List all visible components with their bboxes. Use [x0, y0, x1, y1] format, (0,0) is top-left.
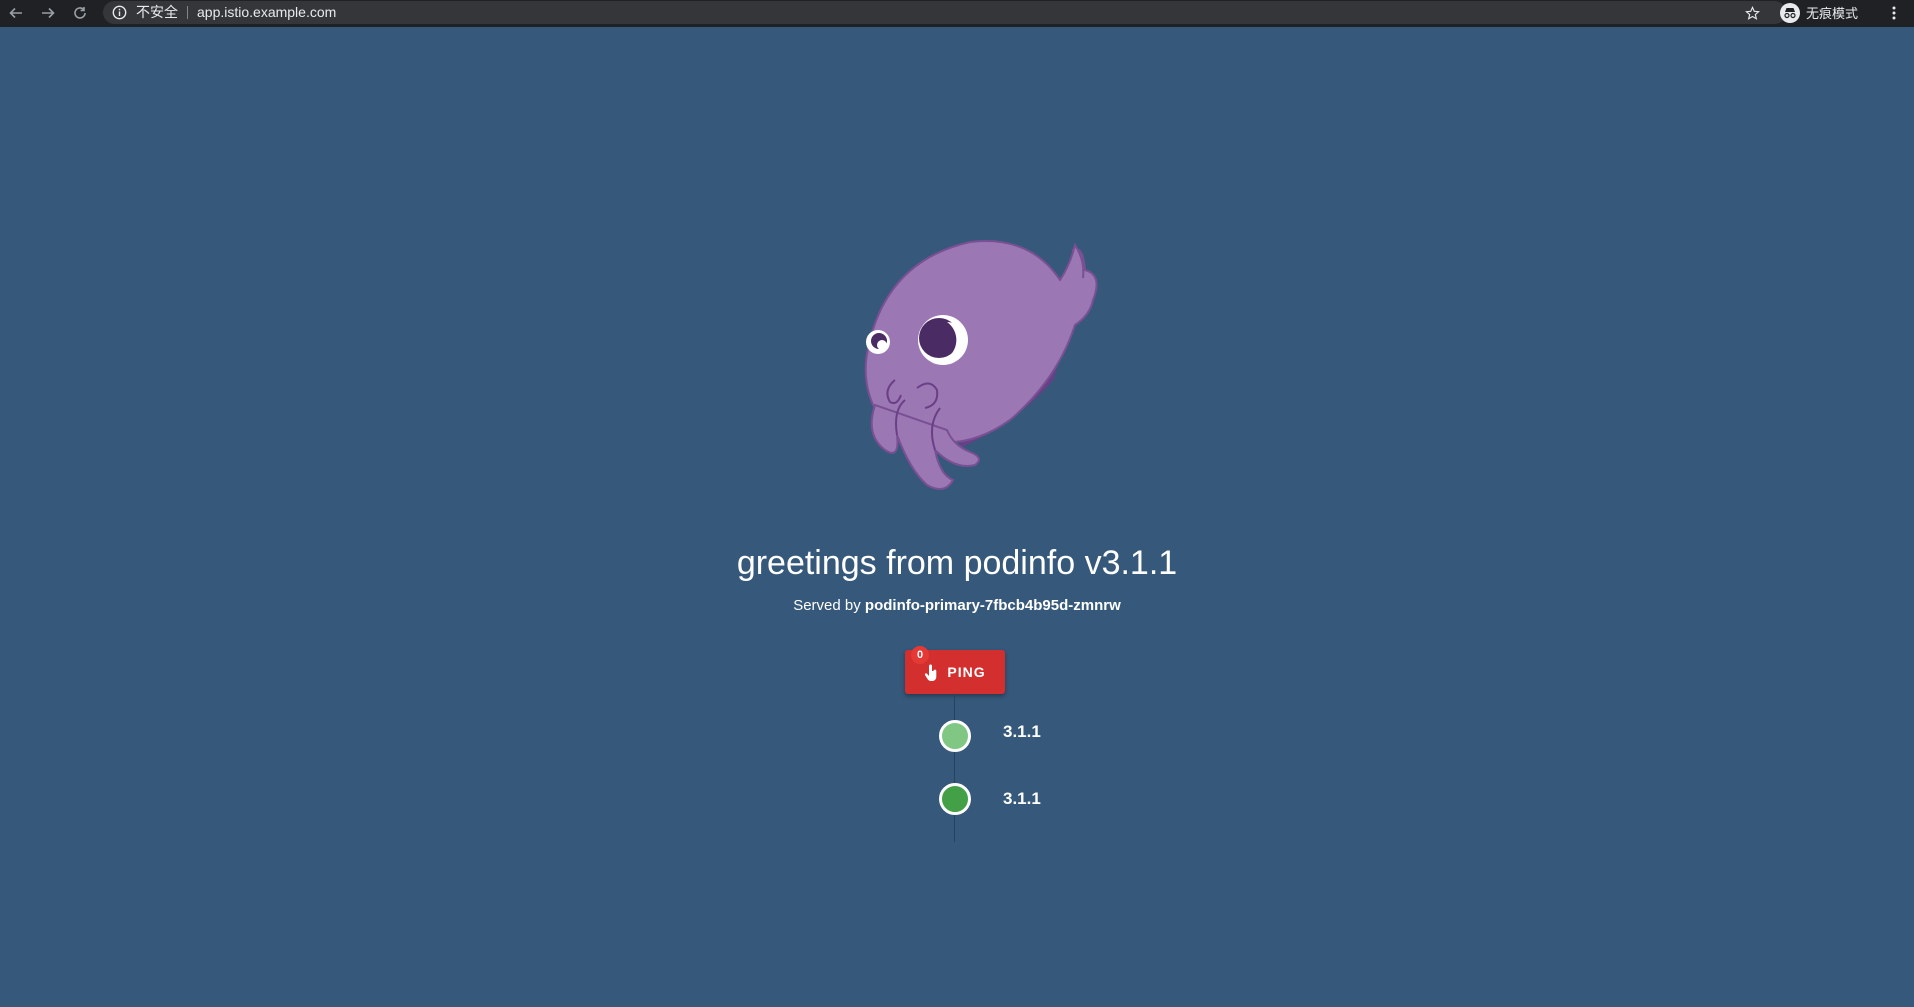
forward-button[interactable] — [37, 2, 59, 24]
browser-menu-button[interactable] — [1883, 2, 1905, 24]
ping-label: PING — [947, 664, 986, 680]
arrow-left-icon — [9, 7, 22, 19]
arrow-right-icon — [42, 7, 55, 19]
timeline-version: 3.1.1 — [1003, 789, 1041, 808]
star-icon — [1744, 5, 1760, 20]
ping-count-badge: 0 — [911, 646, 929, 664]
browser-toolbar: 不安全 app.istio.example.com 无痕模式 — [0, 0, 1914, 27]
timeline-line — [954, 694, 955, 842]
ping-button[interactable]: 0 PING — [905, 646, 1005, 694]
incognito-label: 无痕模式 — [1806, 6, 1859, 21]
address-separator — [187, 6, 188, 19]
podinfo-cuttlefish-logo — [864, 240, 1098, 490]
address-bar[interactable]: 不安全 app.istio.example.com — [103, 1, 1786, 24]
touch-icon — [925, 664, 937, 681]
back-button[interactable] — [5, 2, 27, 24]
timeline-version: 3.1.1 — [1003, 722, 1041, 741]
kebab-menu-icon — [1892, 6, 1896, 20]
pod-name: podinfo-primary-7fbcb4b95d-zmnrw — [864, 597, 1121, 614]
page-title: greetings from podinfo v3.1.1 — [736, 544, 1178, 582]
incognito-indicator[interactable]: 无痕模式 — [1780, 1, 1858, 24]
served-by-line: Served by podinfo-primary-7fbcb4b95d-zmn… — [0, 596, 1914, 616]
info-icon[interactable] — [112, 5, 127, 20]
security-status-label[interactable]: 不安全 — [136, 4, 178, 21]
url-text[interactable]: app.istio.example.com — [197, 4, 336, 21]
bookmark-star-button[interactable] — [1741, 2, 1763, 24]
incognito-icon — [1780, 2, 1800, 23]
timeline-dot — [939, 720, 971, 752]
timeline-dot — [939, 783, 971, 815]
reload-button[interactable] — [69, 2, 91, 24]
reload-icon — [74, 7, 86, 19]
served-by-prefix: Served by — [793, 597, 861, 614]
